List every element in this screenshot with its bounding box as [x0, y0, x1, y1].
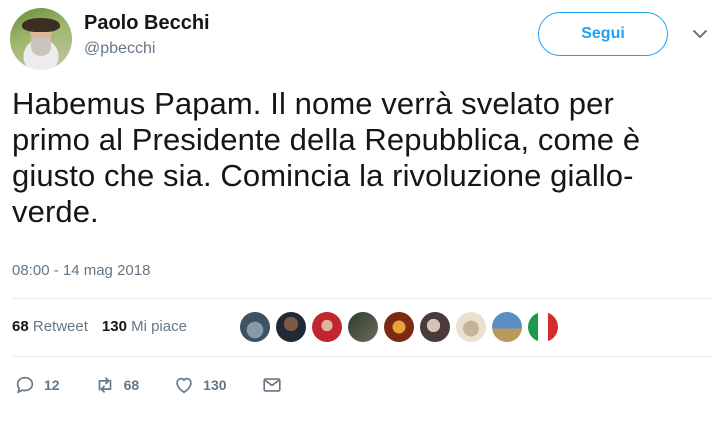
direct-message-button[interactable] [261, 374, 283, 396]
like-stat[interactable]: 130 Mi piace [102, 318, 187, 335]
like-count: 130 [101, 318, 127, 335]
reply-count: 12 [44, 377, 60, 393]
divider [12, 356, 712, 357]
tweet-line: verde. [12, 194, 99, 229]
liker-avatar[interactable] [420, 312, 450, 342]
liker-avatar[interactable] [276, 312, 306, 342]
hat-shape [22, 18, 60, 32]
engagement-stats: 68 Retweet 130 Mi piace [12, 318, 187, 335]
retweet-icon [98, 377, 111, 393]
divider [12, 298, 712, 299]
liker-avatar[interactable] [384, 312, 414, 342]
heart-icon [176, 377, 192, 394]
beard-shape [31, 38, 51, 56]
retweet-count: 68 [12, 318, 29, 335]
retweet-label: Retweet [32, 318, 88, 335]
tweet-actions: 12 68 130 [14, 374, 317, 396]
retweet-stat[interactable]: 68 Retweet [12, 318, 88, 335]
liker-avatar[interactable] [348, 312, 378, 342]
liker-avatar[interactable] [492, 312, 522, 342]
liker-avatars [240, 312, 558, 342]
tweet-text: Habemus Papam. Il nome verrà svelato per… [12, 86, 702, 230]
user-name[interactable]: Paolo Becchi [84, 12, 210, 35]
like-action-count: 130 [203, 377, 227, 393]
liker-avatar[interactable] [456, 312, 486, 342]
like-label: Mi piace [131, 318, 187, 335]
reply-button[interactable]: 12 [14, 374, 60, 396]
retweet-button[interactable]: 68 [94, 374, 140, 396]
avatar[interactable] [10, 8, 72, 70]
envelope-icon [262, 378, 281, 392]
reply-icon [16, 376, 34, 394]
liker-avatar[interactable] [528, 312, 558, 342]
retweet-action-count: 68 [123, 377, 140, 393]
tweet-line: primo al Presidente della Repubblica, co… [12, 122, 641, 157]
tweet-line: giusto che sia. Comincia la rivoluzione … [12, 158, 634, 193]
follow-button[interactable]: Segui [538, 12, 668, 56]
chevron-down-icon[interactable] [690, 26, 710, 42]
tweet-timestamp[interactable]: 08:00 - 14 mag 2018 [12, 262, 150, 279]
liker-avatar[interactable] [240, 312, 270, 342]
user-handle[interactable]: @pbecchi [84, 40, 155, 58]
tweet-line: Habemus Papam. Il nome verrà svelato per [12, 86, 614, 121]
liker-avatar[interactable] [312, 312, 342, 342]
like-button[interactable]: 130 [173, 374, 227, 396]
